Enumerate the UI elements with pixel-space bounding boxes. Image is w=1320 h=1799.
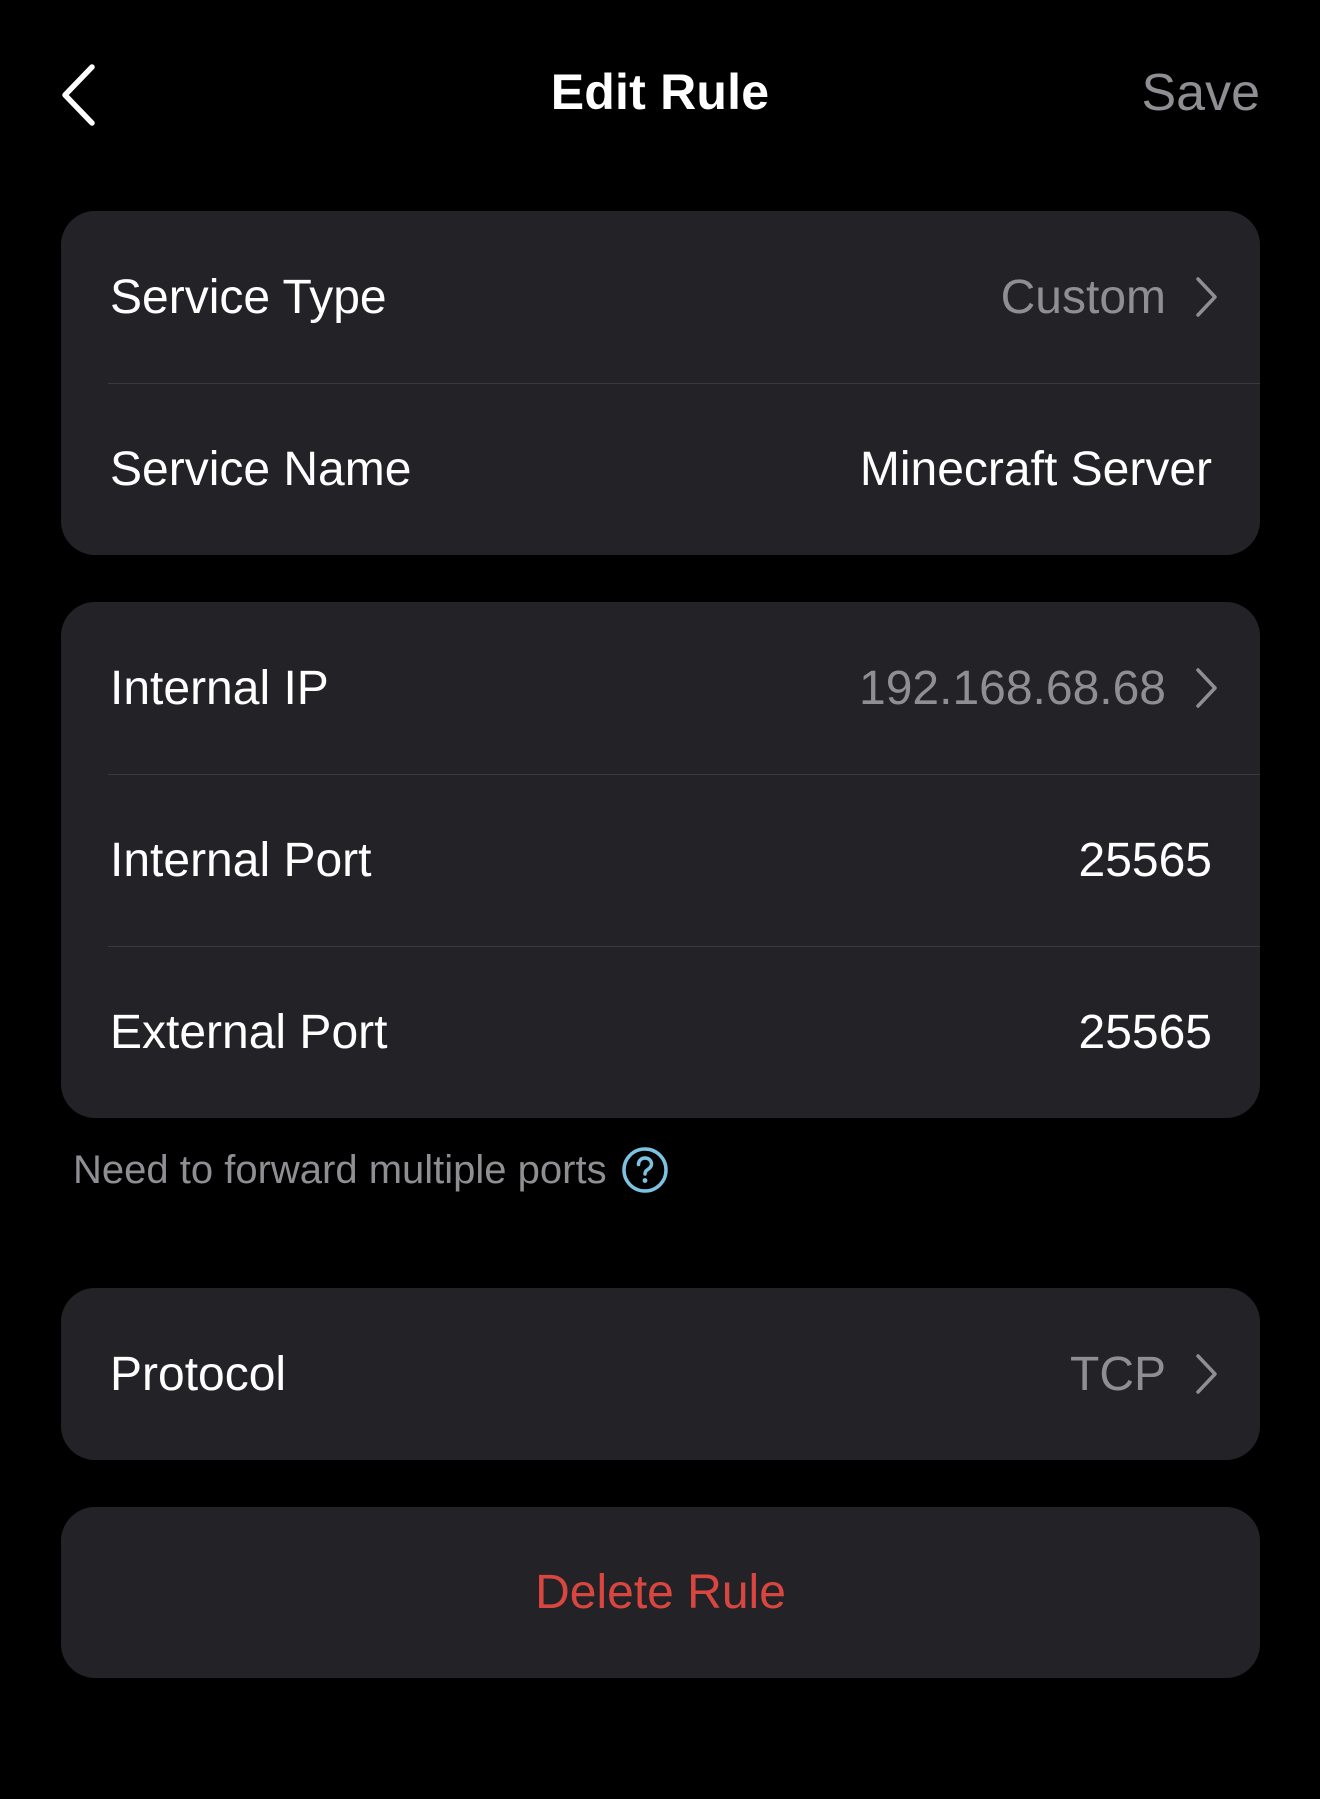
protocol-value: TCP [1070, 1347, 1166, 1401]
save-button[interactable]: Save [1141, 63, 1260, 123]
internal-ip-row[interactable]: Internal IP 192.168.68.68 [61, 602, 1260, 774]
navigation-bar: Edit Rule Save [0, 0, 1320, 190]
protocol-row[interactable]: Protocol TCP [61, 1288, 1260, 1460]
internal-port-row[interactable]: Internal Port 25565 [61, 774, 1260, 946]
service-type-value: Custom [1000, 270, 1166, 324]
chevron-right-icon [1192, 1352, 1220, 1396]
service-name-row[interactable]: Service Name Minecraft Server [61, 383, 1260, 555]
protocol-card: Protocol TCP [61, 1288, 1260, 1460]
service-type-label: Service Type [110, 270, 387, 324]
service-card: Service Type Custom Service Name Minecra… [61, 211, 1260, 555]
external-port-row[interactable]: External Port 25565 [61, 946, 1260, 1118]
internal-port-label: Internal Port [110, 833, 372, 887]
delete-rule-label: Delete Rule [535, 1566, 786, 1619]
internal-ip-label: Internal IP [110, 661, 329, 715]
protocol-label: Protocol [110, 1347, 287, 1401]
delete-rule-button[interactable]: Delete Rule [61, 1507, 1260, 1678]
chevron-right-icon [1192, 275, 1220, 319]
service-name-value: Minecraft Server [859, 442, 1212, 496]
internal-ip-value: 192.168.68.68 [859, 661, 1166, 715]
chevron-right-icon [1192, 666, 1220, 710]
internal-port-value: 25565 [1078, 833, 1212, 887]
page-title: Edit Rule [550, 64, 770, 120]
hint-text: Need to forward multiple ports [73, 1147, 607, 1192]
port-card: Internal IP 192.168.68.68 Internal Port … [61, 602, 1260, 1118]
question-circle-icon[interactable] [621, 1146, 669, 1194]
service-type-row[interactable]: Service Type Custom [61, 211, 1260, 383]
service-name-label: Service Name [110, 442, 412, 496]
external-port-value: 25565 [1078, 1005, 1212, 1059]
external-port-label: External Port [110, 1005, 388, 1059]
multiple-ports-hint: Need to forward multiple ports [73, 1146, 669, 1194]
